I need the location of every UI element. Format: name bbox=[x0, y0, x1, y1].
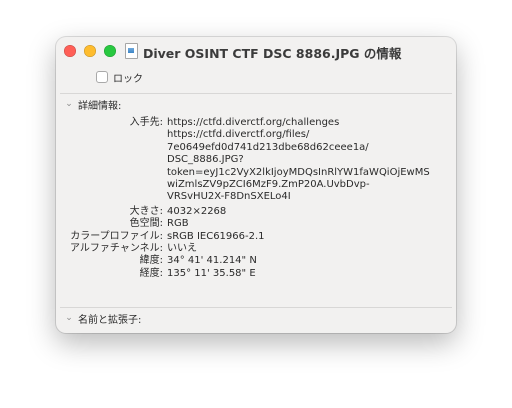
titlebar[interactable]: Diver OSINT CTF DSC 8886.JPG の情報 bbox=[56, 37, 456, 65]
color-profile-label: カラープロファイル: bbox=[70, 230, 163, 242]
where-from-row-cont: DSC_8886.JPG? bbox=[56, 154, 456, 166]
color-space-label: 色空間: bbox=[129, 218, 163, 230]
lock-row: ロック bbox=[96, 70, 143, 85]
where-from-row-cont: token=eyJ1c2VyX2lkIjoyMDQsInRlYW1faWQiOj… bbox=[56, 167, 456, 179]
longitude-value: 135° 11' 35.58" E bbox=[167, 267, 256, 279]
where-from-value-3: 7e0649efd0d741d213dbe68d62ceee1a/ bbox=[167, 141, 369, 153]
color-profile-value: sRGB IEC61966-2.1 bbox=[167, 230, 265, 242]
where-from-row-cont: https://ctfd.diverctf.org/files/ bbox=[56, 129, 456, 141]
where-from-value-6: wiZmlsZV9pZCI6MzF9.ZmP20A.UvbDvp- bbox=[167, 179, 370, 191]
divider bbox=[60, 307, 452, 308]
where-from-value-2: https://ctfd.diverctf.org/files/ bbox=[167, 129, 310, 141]
details-list: 入手先: https://ctfd.diverctf.org/challenge… bbox=[56, 117, 456, 280]
size-row: 大きさ: 4032×2268 bbox=[56, 206, 456, 218]
alpha-row: アルファチャンネル: いいえ bbox=[56, 243, 456, 255]
latitude-value: 34° 41' 41.214" N bbox=[167, 255, 257, 267]
chevron-down-icon[interactable]: ⌄ bbox=[64, 313, 74, 323]
alpha-label: アルファチャンネル: bbox=[70, 243, 163, 255]
longitude-label: 経度: bbox=[139, 267, 163, 279]
chevron-down-icon[interactable]: ⌄ bbox=[64, 99, 74, 109]
where-from-value-5: token=eyJ1c2VyX2lkIjoyMDQsInRlYW1faWQiOj… bbox=[167, 166, 430, 178]
longitude-row: 経度: 135° 11' 35.58" E bbox=[56, 268, 456, 280]
divider bbox=[60, 93, 452, 94]
where-from-value-1: https://ctfd.diverctf.org/challenges bbox=[167, 117, 340, 128]
color-space-row: 色空間: RGB bbox=[56, 218, 456, 230]
close-button[interactable] bbox=[64, 45, 76, 57]
name-extension-section-header[interactable]: ⌄ 名前と拡張子: bbox=[64, 311, 142, 326]
color-profile-row: カラープロファイル: sRGB IEC61966-2.1 bbox=[56, 231, 456, 243]
details-section-header[interactable]: ⌄ 詳細情報: bbox=[64, 97, 122, 112]
jpeg-file-icon bbox=[125, 43, 138, 59]
alpha-value: いいえ bbox=[167, 243, 197, 255]
name-extension-header-label: 名前と拡張子: bbox=[78, 314, 142, 326]
latitude-label: 緯度: bbox=[139, 255, 163, 267]
minimize-button[interactable] bbox=[84, 45, 96, 57]
size-value: 4032×2268 bbox=[167, 205, 227, 217]
latitude-row: 緯度: 34° 41' 41.214" N bbox=[56, 255, 456, 267]
color-space-value: RGB bbox=[167, 218, 189, 230]
get-info-window: Diver OSINT CTF DSC 8886.JPG の情報 ロック ⌄ 詳… bbox=[56, 37, 456, 333]
where-from-row-cont: VRSvHU2X-F8DnSXELo4I bbox=[56, 191, 456, 203]
details-header-label: 詳細情報: bbox=[78, 100, 122, 112]
where-from-value-4: DSC_8886.JPG? bbox=[167, 154, 244, 166]
where-from-label: 入手先: bbox=[129, 117, 163, 128]
size-label: 大きさ: bbox=[129, 205, 163, 217]
window-title: Diver OSINT CTF DSC 8886.JPG の情報 bbox=[143, 46, 402, 61]
where-from-value-7: VRSvHU2X-F8DnSXELo4I bbox=[167, 191, 291, 203]
where-from-row-cont: wiZmlsZV9pZCI6MzF9.ZmP20A.UvbDvp- bbox=[56, 179, 456, 191]
where-from-row: 入手先: https://ctfd.diverctf.org/challenge… bbox=[56, 117, 456, 129]
lock-checkbox[interactable] bbox=[96, 71, 108, 83]
maximize-button[interactable] bbox=[104, 45, 116, 57]
lock-label: ロック bbox=[113, 73, 143, 85]
where-from-row-cont: 7e0649efd0d741d213dbe68d62ceee1a/ bbox=[56, 142, 456, 154]
